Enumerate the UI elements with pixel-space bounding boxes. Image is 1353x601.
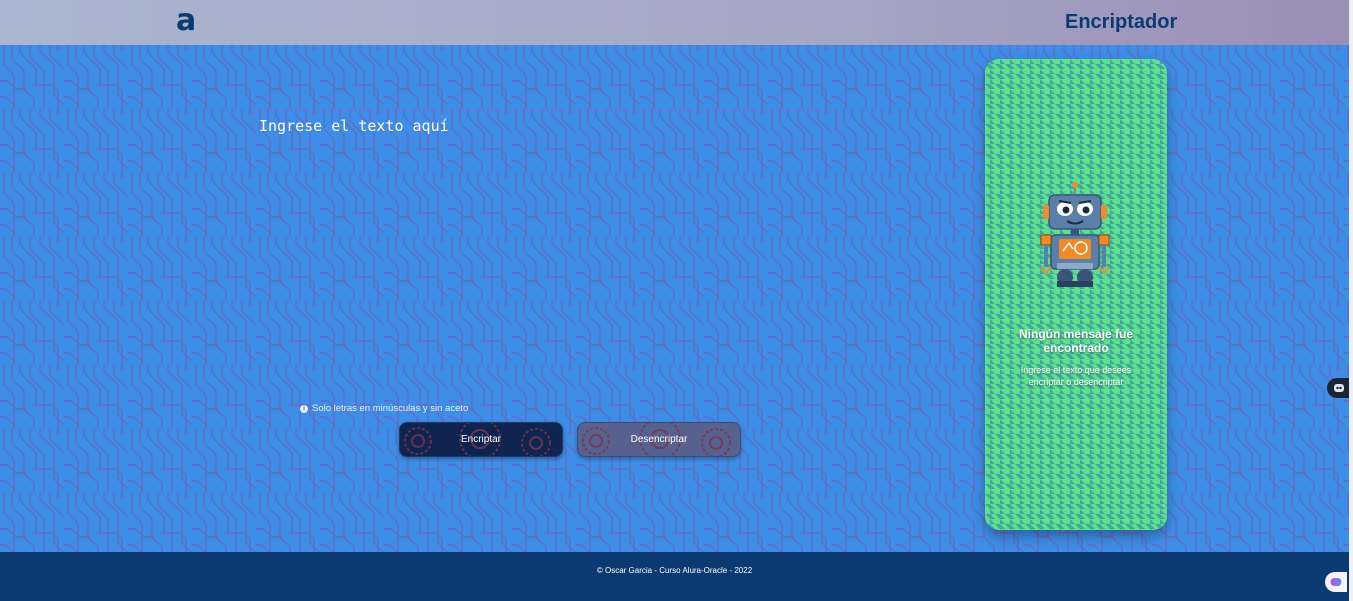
extension-widget[interactable]	[1325, 572, 1347, 592]
hint-text: Solo letras en minúsculas y sin aceto	[312, 403, 469, 414]
scrollbar[interactable]	[1349, 0, 1353, 601]
robot-illustration	[1040, 182, 1110, 287]
result-panel: Ningún mensaje fue encontrado Ingrese el…	[985, 59, 1167, 530]
chatbot-widget[interactable]	[1327, 378, 1351, 398]
main-area: i Solo letras en minúsculas y sin aceto …	[0, 45, 1349, 552]
info-icon: i	[300, 404, 308, 413]
encrypt-label: Encriptar	[460, 434, 501, 445]
footer: © Oscar Garcia - Curso Alura-Oracle - 20…	[0, 552, 1349, 601]
no-message-title: Ningún mensaje fue encontrado	[1018, 327, 1134, 355]
houndstooth-pattern	[985, 59, 1167, 530]
decrypt-label: Desencriptar	[630, 434, 688, 445]
brain-icon	[1330, 578, 1342, 586]
top-header: a Encriptador	[0, 0, 1353, 45]
decrypt-button[interactable]: Desencriptar	[577, 422, 741, 457]
text-input[interactable]	[254, 111, 840, 141]
app-title: Encriptador	[1065, 11, 1178, 33]
no-message-text: Ingrese el texto que desees encriptar o …	[1020, 365, 1132, 387]
alura-logo[interactable]: a	[176, 4, 200, 38]
hint-message: i Solo letras en minúsculas y sin aceto	[300, 403, 468, 414]
encrypt-button[interactable]: Encriptar	[399, 422, 563, 457]
footer-text: © Oscar Garcia - Curso Alura-Oracle - 20…	[596, 566, 753, 575]
bot-icon	[1334, 384, 1344, 392]
